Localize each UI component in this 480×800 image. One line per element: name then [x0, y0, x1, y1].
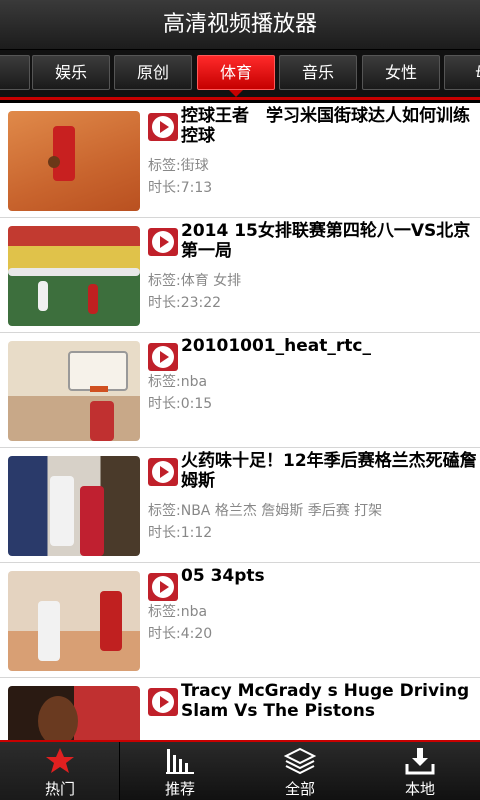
tab-entertainment[interactable]: 娱乐: [32, 55, 110, 90]
video-tags: 标签:体育 女排: [148, 273, 242, 289]
play-icon[interactable]: [148, 343, 178, 371]
bar-chart-icon: [166, 749, 194, 774]
video-item[interactable]: Tracy McGrady s Huge Driving Slam Vs The…: [0, 678, 480, 740]
play-icon[interactable]: [148, 228, 178, 256]
category-tabs: 漫 娱乐 原创 体育 音乐 女性 母: [0, 50, 480, 100]
nav-all-label: 全部: [284, 780, 315, 798]
video-thumbnail[interactable]: [8, 456, 140, 556]
video-item[interactable]: 05 34pts 标签:nba 时长:4:20: [0, 563, 480, 678]
video-tags: 标签:NBA 格兰杰 詹姆斯 季后赛 打架: [148, 503, 383, 519]
video-thumbnail[interactable]: [8, 571, 140, 671]
video-thumbnail[interactable]: [8, 111, 140, 211]
video-duration: 时长:1:12: [148, 525, 213, 541]
video-title[interactable]: Tracy McGrady s Huge Driving Slam Vs The…: [181, 681, 477, 721]
tab-music[interactable]: 音乐: [279, 55, 357, 90]
video-item[interactable]: 2014 15女排联赛第四轮八一VS北京第一局 标签:体育 女排 时长:23:2…: [0, 218, 480, 333]
video-list: 控球王者 学习米国街球达人如何训练控球 标签:街球 时长:7:13 2014 1…: [0, 103, 480, 740]
video-thumbnail[interactable]: [8, 341, 140, 441]
layers-icon: [284, 747, 316, 775]
play-icon[interactable]: [148, 113, 178, 141]
star-icon: [46, 748, 74, 773]
video-duration: 时长:0:15: [148, 396, 213, 412]
video-title[interactable]: 20101001_heat_rtc_: [181, 336, 477, 356]
nav-hot-label: 热门: [44, 780, 75, 798]
video-title[interactable]: 控球王者 学习米国街球达人如何训练控球: [181, 106, 477, 146]
video-tags: 标签:nba: [148, 374, 208, 390]
video-item[interactable]: 控球王者 学习米国街球达人如何训练控球 标签:街球 时长:7:13: [0, 103, 480, 218]
video-duration: 时长:4:20: [148, 626, 213, 642]
video-item[interactable]: 火药味十足！12年季后赛格兰杰死磕詹姆斯 标签:NBA 格兰杰 詹姆斯 季后赛 …: [0, 448, 480, 563]
nav-hot[interactable]: 热门: [0, 742, 120, 800]
tab-original[interactable]: 原创: [114, 55, 192, 90]
tab-women[interactable]: 女性: [362, 55, 440, 90]
video-title[interactable]: 2014 15女排联赛第四轮八一VS北京第一局: [181, 221, 477, 261]
tab-sports[interactable]: 体育: [197, 55, 275, 97]
app-title: 高清视频播放器: [0, 0, 480, 50]
nav-recommended-label: 推荐: [164, 780, 195, 798]
video-duration: 时长:23:22: [148, 295, 222, 311]
download-icon: [405, 748, 435, 775]
tab-cartoon[interactable]: 漫: [0, 55, 30, 90]
play-icon[interactable]: [148, 458, 178, 486]
play-icon[interactable]: [148, 688, 178, 716]
nav-all[interactable]: 全部: [240, 742, 360, 800]
video-title[interactable]: 05 34pts: [181, 566, 477, 586]
video-tags: 标签:街球: [148, 158, 209, 174]
nav-recommended[interactable]: 推荐: [120, 742, 240, 800]
video-title[interactable]: 火药味十足！12年季后赛格兰杰死磕詹姆斯: [181, 451, 477, 491]
video-duration: 时长:7:13: [148, 180, 213, 196]
video-tags: 标签:nba: [148, 604, 208, 620]
video-thumbnail[interactable]: [8, 226, 140, 326]
nav-local-label: 本地: [404, 780, 435, 798]
play-icon[interactable]: [148, 573, 178, 601]
bottom-nav: 热门 推荐 全部 本地: [0, 740, 480, 800]
video-item[interactable]: 20101001_heat_rtc_ 标签:nba 时长:0:15: [0, 333, 480, 448]
tab-maternal[interactable]: 母: [444, 55, 480, 90]
video-thumbnail[interactable]: [8, 686, 140, 740]
nav-local[interactable]: 本地: [360, 742, 480, 800]
